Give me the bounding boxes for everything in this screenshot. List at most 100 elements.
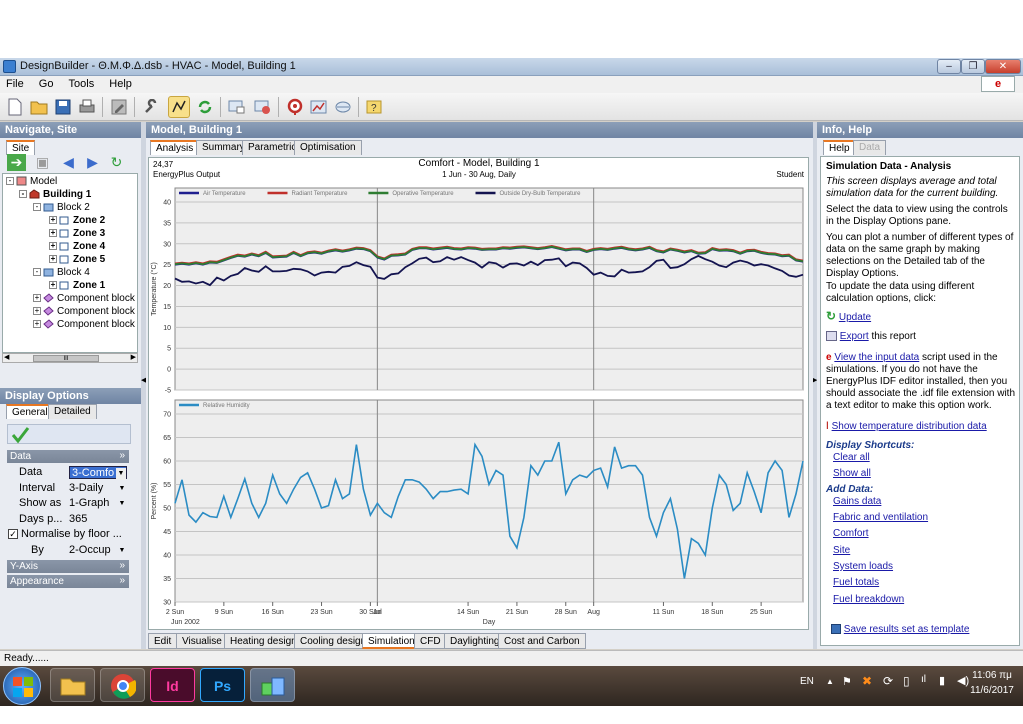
expand-icon[interactable]: + xyxy=(33,307,41,316)
tab-visualise[interactable]: Visualise xyxy=(176,633,228,649)
expand-chevron-icon[interactable]: » xyxy=(119,575,125,586)
collapse-chevron-icon[interactable]: » xyxy=(119,450,125,461)
tree-item[interactable]: + Zone 4 xyxy=(49,241,105,254)
save-template-link[interactable]: Save results set as template xyxy=(844,624,970,635)
export-link[interactable]: Export xyxy=(840,331,869,342)
clear-all-link[interactable]: Clear all xyxy=(833,452,870,464)
tab-detailed[interactable]: Detailed xyxy=(48,404,97,419)
tree-item[interactable]: - Building 1 xyxy=(19,189,91,202)
tab-data[interactable]: Data xyxy=(853,140,887,155)
scroll-thumb[interactable]: III xyxy=(33,355,99,362)
expand-icon[interactable]: + xyxy=(49,216,57,225)
fabric-ventilation-link[interactable]: Fabric and ventilation xyxy=(833,512,928,524)
tab-edit[interactable]: Edit xyxy=(148,633,178,649)
system-loads-link[interactable]: System loads xyxy=(833,561,893,573)
update-link[interactable]: ↻ Update xyxy=(826,310,1016,324)
delete-block-icon[interactable]: ▣ xyxy=(33,154,52,171)
close-button[interactable]: ✕ xyxy=(985,59,1021,74)
edit-model-icon[interactable] xyxy=(108,96,130,118)
calculate-icon[interactable] xyxy=(168,96,190,118)
temperature-distribution-link[interactable]: Show temperature distribution data xyxy=(832,421,987,432)
designbuilder-taskbar-icon[interactable] xyxy=(250,668,295,702)
back-arrow-icon[interactable]: ◀ xyxy=(59,154,78,171)
photoshop-icon[interactable]: Ps xyxy=(200,668,245,702)
maximize-button[interactable]: ❐ xyxy=(961,59,985,74)
tree-horizontal-scrollbar[interactable]: ◀ III ▶ xyxy=(2,353,138,363)
comfort-link[interactable]: Comfort xyxy=(833,528,869,540)
show-as-select[interactable]: 1-Graph ▼ xyxy=(69,497,127,510)
tree-item[interactable]: + Zone 1 xyxy=(49,280,105,293)
expand-icon[interactable]: + xyxy=(33,294,41,303)
print-icon[interactable] xyxy=(76,96,98,118)
section-appearance[interactable]: Appearance » xyxy=(7,575,129,588)
menu-file[interactable]: File xyxy=(0,76,30,90)
minimize-button[interactable]: – xyxy=(937,59,961,74)
apply-checkmark-icon[interactable] xyxy=(7,424,131,444)
chart-icon[interactable] xyxy=(308,96,330,118)
tab-cost-and-carbon[interactable]: Cost and Carbon xyxy=(498,633,586,649)
update-link-text[interactable]: Update xyxy=(839,312,871,323)
help-icon[interactable]: ? xyxy=(364,96,386,118)
tree-item[interactable]: + Component block xyxy=(33,306,135,319)
battery-icon[interactable]: ▮ xyxy=(939,674,945,687)
tools-icon[interactable]: ✖ xyxy=(862,674,872,688)
tab-optimisation[interactable]: Optimisation xyxy=(294,140,362,155)
tab-site[interactable]: Site xyxy=(6,140,36,155)
tree-item[interactable]: - Block 2 xyxy=(33,202,90,215)
tab-general[interactable]: General xyxy=(6,404,54,419)
flag-icon[interactable]: ⚑ xyxy=(842,675,852,688)
data-select[interactable]: 3-Comfo ▼ xyxy=(69,466,127,480)
menu-help[interactable]: Help xyxy=(103,76,138,90)
expand-icon[interactable]: + xyxy=(49,255,57,264)
clock-date[interactable]: 11/6/2017 xyxy=(966,685,1018,696)
sync-icon[interactable]: ⟳ xyxy=(883,674,893,688)
open-folder-icon[interactable] xyxy=(28,96,50,118)
chrome-icon[interactable] xyxy=(100,668,145,702)
dropdown-arrow-icon[interactable]: ▼ xyxy=(117,498,127,510)
tab-heating-design[interactable]: Heating design xyxy=(224,633,303,649)
menu-go[interactable]: Go xyxy=(33,76,60,90)
site-link[interactable]: Site xyxy=(833,545,850,557)
dropdown-arrow-icon[interactable]: ▼ xyxy=(117,483,127,495)
tab-cfd[interactable]: CFD xyxy=(414,633,447,649)
collapse-icon[interactable]: - xyxy=(19,190,27,199)
new-file-icon[interactable] xyxy=(4,96,26,118)
tree-item[interactable]: + Zone 2 xyxy=(49,215,105,228)
tree-item[interactable]: + Component block xyxy=(33,293,135,306)
fuel-totals-link[interactable]: Fuel totals xyxy=(833,577,879,589)
update-icon[interactable] xyxy=(194,96,216,118)
collapse-icon[interactable]: - xyxy=(6,177,14,186)
tab-help[interactable]: Help xyxy=(823,140,856,155)
show-all-link[interactable]: Show all xyxy=(833,468,871,480)
layers-icon[interactable] xyxy=(332,96,354,118)
refresh-icon[interactable]: ↻ xyxy=(107,154,126,171)
show-hidden-icons-icon[interactable]: ▲ xyxy=(826,677,834,686)
tab-analysis[interactable]: Analysis xyxy=(150,140,200,155)
save-icon[interactable] xyxy=(52,96,74,118)
by-select[interactable]: 2-Occup ▼ xyxy=(69,544,127,557)
indesign-icon[interactable]: Id xyxy=(150,668,195,702)
expand-icon[interactable]: + xyxy=(49,281,57,290)
section-y-axis[interactable]: Y-Axis » xyxy=(7,560,129,573)
report-icon[interactable] xyxy=(252,96,274,118)
collapse-icon[interactable]: - xyxy=(33,203,41,212)
expand-icon[interactable]: + xyxy=(49,242,57,251)
signal-icon[interactable]: ıl xyxy=(921,674,926,685)
file-explorer-icon[interactable] xyxy=(50,668,95,702)
tree-item[interactable]: - Model xyxy=(6,176,57,189)
tree-item[interactable]: + Zone 5 xyxy=(49,254,105,267)
section-data[interactable]: Data » xyxy=(7,450,129,463)
start-button[interactable] xyxy=(3,667,41,705)
scroll-left-arrow-icon[interactable]: ◀ xyxy=(4,353,9,361)
tab-cooling-design[interactable]: Cooling design xyxy=(294,633,373,649)
export-icon[interactable] xyxy=(226,96,248,118)
gains-data-link[interactable]: Gains data xyxy=(833,496,881,508)
fuel-breakdown-link[interactable]: Fuel breakdown xyxy=(833,594,904,606)
language-indicator[interactable]: EN xyxy=(800,676,814,687)
normalise-checkbox[interactable]: ✓ xyxy=(8,529,18,539)
target-icon[interactable] xyxy=(284,96,306,118)
view-input-link[interactable]: View the input data xyxy=(834,352,919,363)
expand-chevron-icon[interactable]: » xyxy=(119,560,125,571)
collapse-icon[interactable]: - xyxy=(33,268,41,277)
dropdown-arrow-icon[interactable]: ▼ xyxy=(116,468,126,480)
